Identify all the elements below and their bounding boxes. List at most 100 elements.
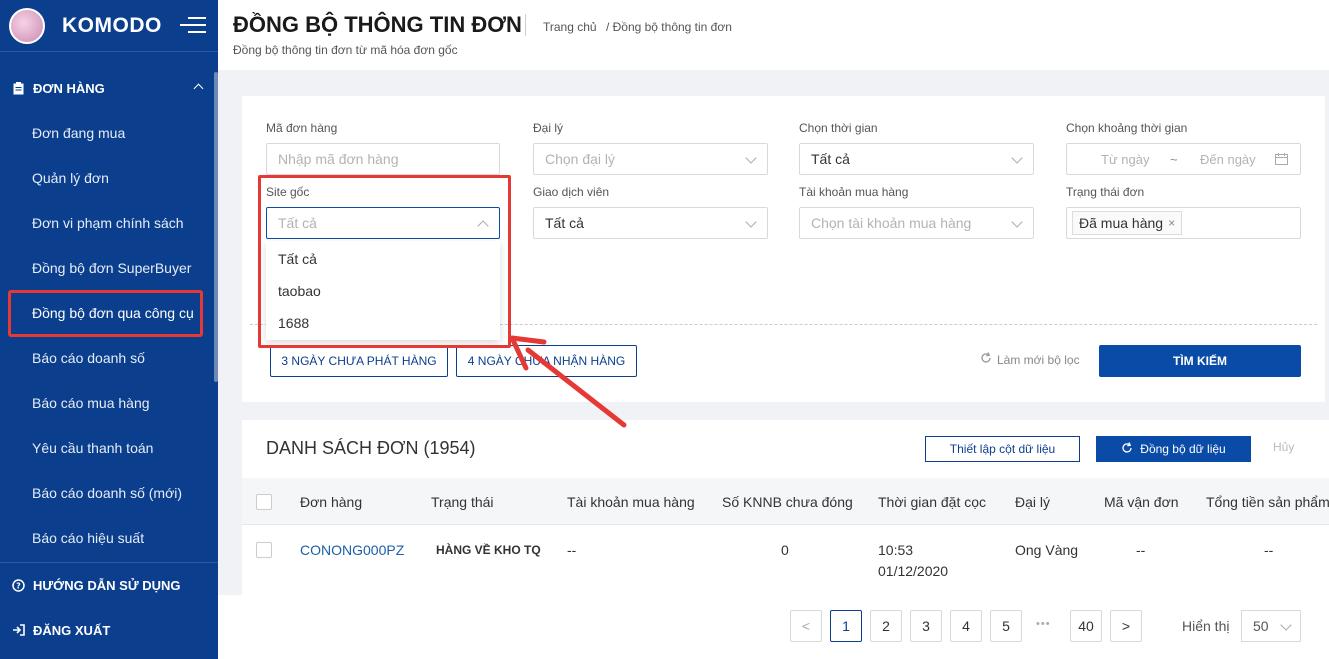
order-list-panel: DANH SÁCH ĐƠN (1954) Thiết lập cột dữ li… <box>242 420 1329 595</box>
chevron-down-icon <box>745 152 757 164</box>
breadcrumb: Trang chủ / Đồng bộ thông tin đơn <box>543 20 732 34</box>
time-select[interactable]: Tất cả <box>799 143 1034 175</box>
chevron-down-icon <box>1011 152 1023 164</box>
pagination: < 1 2 3 4 5 ••• 40 > Hiển thị 50 <box>218 595 1329 659</box>
chevron-down-icon <box>1280 619 1292 631</box>
svg-text:?: ? <box>16 581 21 590</box>
sidebar-divider <box>0 562 218 563</box>
sidebar-section-orders[interactable]: ĐƠN HÀNG <box>0 73 218 103</box>
order-deposit-time: 10:53 <box>878 542 914 558</box>
breadcrumb-current: / Đồng bộ thông tin đơn <box>605 20 732 34</box>
search-button[interactable]: TÌM KIẾM <box>1099 345 1301 377</box>
agent-select[interactable]: Chọn đại lý <box>533 143 768 175</box>
sync-data-button[interactable]: Đồng bộ dữ liệu <box>1096 436 1251 462</box>
next-page-button[interactable]: > <box>1110 610 1142 642</box>
order-deposit-date: 01/12/2020 <box>878 563 949 579</box>
close-icon[interactable]: × <box>1168 216 1175 230</box>
page-5[interactable]: 5 <box>990 610 1022 642</box>
order-code-link[interactable]: CONONG000PZ <box>300 542 404 558</box>
page-last[interactable]: 40 <box>1070 610 1102 642</box>
breadcrumb-home[interactable]: Trang chủ <box>543 20 597 34</box>
sidebar-scrollbar[interactable] <box>214 72 218 382</box>
trader-select[interactable]: Tất cả <box>533 207 768 239</box>
column-order[interactable]: Đơn hàng <box>300 494 362 510</box>
column-agent[interactable]: Đại lý <box>1015 494 1050 510</box>
sidebar-active-highlight <box>8 290 203 337</box>
page-subtitle: Đồng bộ thông tin đơn từ mã hóa đơn gốc <box>233 43 458 57</box>
range-separator: ~ <box>1170 151 1178 167</box>
calendar-icon <box>1275 153 1288 168</box>
avatar[interactable] <box>9 7 45 44</box>
status-tag: Đã mua hàng × <box>1072 211 1183 235</box>
page-size-label: Hiển thị <box>1182 618 1230 634</box>
order-account: -- <box>567 542 577 558</box>
sidebar-item-performance-report[interactable]: Báo cáo hiệu suất <box>32 530 144 546</box>
order-knnb: 0 <box>781 542 789 558</box>
page-4[interactable]: 4 <box>950 610 982 642</box>
sidebar-item-purchase-report[interactable]: Báo cáo mua hàng <box>32 395 150 411</box>
question-circle-icon: ? <box>11 578 25 592</box>
account-select[interactable]: Chọn tài khoản mua hàng <box>799 207 1034 239</box>
sidebar-item-sync-superbuyer[interactable]: Đồng bộ đơn SuperBuyer <box>32 260 191 276</box>
sidebar-logout[interactable]: ĐĂNG XUẤT <box>0 615 218 645</box>
sidebar-logout-label: ĐĂNG XUẤT <box>33 622 111 638</box>
page-2[interactable]: 2 <box>870 610 902 642</box>
sidebar: KOMODO ĐƠN HÀNG Đơn đang mua Quản lý đơn… <box>0 0 218 659</box>
menu-toggle-icon[interactable] <box>180 17 206 35</box>
sidebar-section-label: ĐƠN HÀNG <box>33 80 105 96</box>
column-account[interactable]: Tài khoản mua hàng <box>567 494 695 510</box>
order-agent: Ong Vàng <box>1015 542 1079 558</box>
select-all-checkbox[interactable] <box>256 494 272 510</box>
order-total: -- <box>1264 542 1274 558</box>
sidebar-item-buying-orders[interactable]: Đơn đang mua <box>32 125 125 141</box>
sidebar-guide-label: HƯỚNG DẪN SỬ DỤNG <box>33 577 181 593</box>
status-select[interactable]: Đã mua hàng × <box>1066 207 1301 239</box>
prev-page-button[interactable]: < <box>790 610 822 642</box>
refresh-filter-button[interactable]: Làm mới bộ lọc <box>980 352 1080 367</box>
agent-label: Đại lý <box>533 121 564 135</box>
cancel-button[interactable]: Hủy <box>1273 440 1294 454</box>
sidebar-item-sales-report-new[interactable]: Báo cáo doanh số (mới) <box>32 485 182 501</box>
list-title: DANH SÁCH ĐƠN (1954) <box>266 438 476 458</box>
column-status[interactable]: Trạng thái <box>431 494 494 510</box>
range-label: Chọn khoảng thời gian <box>1066 121 1188 135</box>
column-setup-button[interactable]: Thiết lập cột dữ liệu <box>925 436 1080 462</box>
column-tracking[interactable]: Mã vận đơn <box>1104 494 1179 510</box>
sync-icon <box>1121 441 1133 457</box>
column-deposit-time[interactable]: Thời gian đặt cọc <box>878 494 986 510</box>
column-total[interactable]: Tổng tiền sản phẩm <box>1206 494 1329 510</box>
quick-filter-4-days-not-received[interactable]: 4 NGÀY CHƯA NHẬN HÀNG <box>456 345 637 377</box>
page-title: ĐỒNG BỘ THÔNG TIN ĐƠN <box>233 12 522 37</box>
date-range-picker[interactable]: Từ ngày ~ Đến ngày <box>1066 143 1301 175</box>
account-label: Tài khoản mua hàng <box>799 185 909 199</box>
sidebar-guide[interactable]: ? HƯỚNG DẪN SỬ DỤNG <box>0 570 218 600</box>
table-header: Đơn hàng Trạng thái Tài khoản mua hàng S… <box>242 478 1329 525</box>
logout-icon <box>11 623 25 637</box>
sidebar-item-manage-orders[interactable]: Quản lý đơn <box>32 170 109 186</box>
page-ellipsis[interactable]: ••• <box>1036 618 1051 630</box>
sidebar-item-payment-request[interactable]: Yêu cầu thanh toán <box>32 440 153 456</box>
range-from[interactable]: Từ ngày <box>1101 152 1149 167</box>
chevron-down-icon <box>745 216 757 228</box>
order-tracking: -- <box>1136 542 1146 558</box>
page-1[interactable]: 1 <box>830 610 862 642</box>
order-status: HÀNG VỀ KHO TQ <box>436 543 541 557</box>
column-knnb[interactable]: Số KNNB chưa đóng <box>722 494 853 510</box>
quick-filter-3-days-not-shipped[interactable]: 3 NGÀY CHƯA PHÁT HÀNG <box>270 345 448 377</box>
order-code-label: Mã đơn hàng <box>266 121 338 135</box>
brand-logo: KOMODO <box>62 13 162 37</box>
page-size-select[interactable]: 50 <box>1241 610 1301 642</box>
status-label: Trạng thái đơn <box>1066 185 1145 199</box>
clipboard-icon <box>11 81 25 95</box>
order-code-input[interactable]: Nhập mã đơn hàng <box>266 143 500 175</box>
trader-label: Giao dịch viên <box>533 185 610 199</box>
sidebar-item-policy-violations[interactable]: Đơn vi phạm chính sách <box>32 215 184 231</box>
chevron-up-icon <box>193 83 204 94</box>
chevron-down-icon <box>1011 216 1023 228</box>
row-checkbox[interactable] <box>256 542 272 558</box>
sidebar-item-sales-report[interactable]: Báo cáo doanh số <box>32 350 145 366</box>
range-to[interactable]: Đến ngày <box>1200 152 1256 167</box>
title-divider <box>525 14 526 36</box>
page-3[interactable]: 3 <box>910 610 942 642</box>
site-highlight-annotation <box>258 175 511 348</box>
